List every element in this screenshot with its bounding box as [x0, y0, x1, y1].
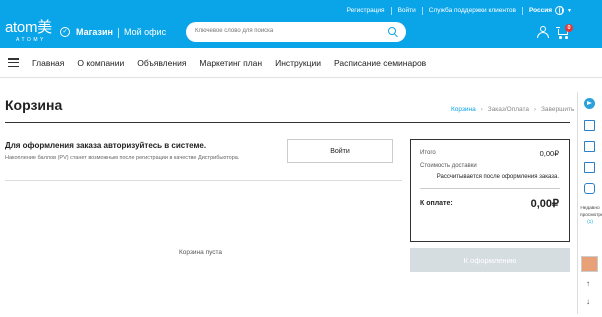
arrow-down-icon[interactable]: ↓: [586, 297, 590, 306]
search-icon[interactable]: [388, 27, 396, 35]
menu-item-marketing-plan[interactable]: Маркетинг план: [199, 58, 262, 68]
divider: [5, 180, 402, 181]
menu-item-announcements[interactable]: Объявления: [137, 58, 186, 68]
logo-text: atom美: [5, 19, 52, 36]
breadcrumb-cart: Корзина: [451, 106, 476, 113]
top-header: Регистрация Войти Служба поддержки клиен…: [0, 0, 602, 48]
country-label: Россия: [528, 7, 553, 14]
breadcrumb: Корзина › Заказ/Оплата › Завершить: [451, 106, 574, 113]
my-office-link[interactable]: Мой офис: [124, 27, 166, 37]
total-value: 0,00₽: [539, 149, 559, 158]
total-label: Итого: [420, 150, 436, 156]
document-icon[interactable]: [584, 120, 595, 131]
divider: [5, 122, 570, 123]
breadcrumb-order: Заказ/Оплата: [487, 106, 529, 113]
check-circle-icon[interactable]: ✓: [60, 27, 70, 37]
arrow-up-icon[interactable]: ↑: [586, 279, 590, 288]
recently-viewed-label: Недавно просмотренные: [580, 206, 602, 218]
logo-subtext: ATOMY: [16, 37, 46, 43]
recently-viewed-count: (1): [587, 220, 593, 225]
login-button[interactable]: Войти: [287, 139, 393, 163]
login-link[interactable]: Войти: [398, 7, 416, 14]
telegram-icon[interactable]: [584, 98, 595, 109]
pay-value: 0,00₽: [530, 198, 559, 210]
search-input[interactable]: [195, 28, 375, 34]
auth-subtitle: Накопление баллов (PV) станет возможным …: [5, 155, 240, 161]
chevron-right-icon: ›: [533, 106, 536, 113]
pay-label: К оплате:: [420, 200, 453, 207]
breadcrumb-finish: Завершить: [540, 106, 575, 113]
divider: [118, 28, 119, 38]
order-summary: Итого 0,00₽ Стоимость доставки Рассчитыв…: [410, 139, 570, 242]
user-icon[interactable]: [537, 26, 549, 38]
support-link[interactable]: Служба поддержки клиентов: [429, 7, 516, 14]
chevron-down-icon: ▼: [567, 7, 572, 14]
hamburger-menu-icon[interactable]: [8, 58, 19, 68]
search-bar: [186, 22, 406, 42]
notepad-icon[interactable]: [584, 141, 595, 152]
menu-item-seminars[interactable]: Расписание семинаров: [334, 58, 426, 68]
calendar-icon[interactable]: [584, 162, 595, 173]
chevron-right-icon: ›: [480, 106, 483, 113]
divider: [421, 6, 423, 15]
top-links: Регистрация Войти Служба поддержки клиен…: [347, 6, 572, 15]
globe-icon: [555, 6, 565, 15]
chat-icon[interactable]: [584, 183, 595, 194]
floating-sidebar: Недавно просмотренные (1) ↑ ↓: [577, 92, 602, 314]
menu-item-home[interactable]: Главная: [32, 58, 64, 68]
checkout-button[interactable]: К оформлению: [410, 248, 570, 272]
delivery-note: Рассчитывается после оформления заказа.: [436, 174, 559, 180]
country-selector[interactable]: Россия ▼: [529, 6, 572, 15]
cart-count-badge: 0: [565, 24, 573, 32]
auth-title: Для оформления заказа авторизуйтесь в си…: [5, 141, 207, 150]
empty-cart-message: Корзина пуста: [179, 249, 223, 256]
divider: [390, 6, 392, 15]
delivery-label: Стоимость доставки: [420, 163, 477, 169]
menu-item-instructions[interactable]: Инструкции: [275, 58, 321, 68]
main-nav: Главная О компании Объявления Маркетинг …: [0, 48, 602, 78]
menu-item-about[interactable]: О компании: [77, 58, 124, 68]
main-menu: Главная О компании Объявления Маркетинг …: [32, 58, 439, 68]
product-thumbnail[interactable]: [581, 256, 598, 272]
atomy-logo[interactable]: atom美 ATOMY: [5, 19, 52, 43]
divider: [420, 188, 560, 189]
divider: [521, 6, 523, 15]
page-title: Корзина: [5, 97, 63, 113]
register-link[interactable]: Регистрация: [347, 7, 385, 14]
recently-viewed[interactable]: Недавно просмотренные (1): [580, 205, 602, 226]
shop-link[interactable]: Магазин: [76, 27, 113, 37]
